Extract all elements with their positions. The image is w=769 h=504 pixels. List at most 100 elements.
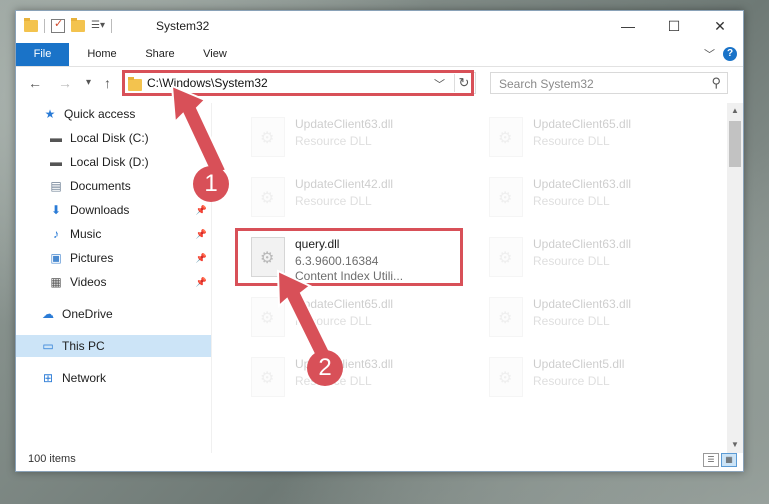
- dll-file-icon: [251, 177, 285, 217]
- sidebar-item-videos[interactable]: ▦ Videos 📌: [16, 271, 211, 293]
- sidebar-item-label: This PC: [62, 339, 105, 353]
- sidebar-item-downloads[interactable]: ⬇ Downloads 📌: [16, 199, 211, 221]
- forward-arrow-icon[interactable]: →: [58, 75, 72, 91]
- pin-icon[interactable]: 📌: [196, 205, 207, 216]
- minimize-button[interactable]: —: [605, 11, 651, 41]
- file-tile[interactable]: UpdateClient63.dll Resource DLL: [479, 231, 699, 287]
- sidebar-item-documents[interactable]: ▤ Documents: [16, 175, 211, 197]
- ribbon-controls: ﹀ ?: [704, 46, 737, 62]
- file-tile[interactable]: UpdateClient65.dll Resource DLL: [241, 291, 461, 347]
- file-explorer-window: ☰▾ System32 — ☐ ✕ File Home Share View ﹀…: [15, 10, 744, 472]
- file-tile[interactable]: UpdateClient5.dll Resource DLL: [479, 351, 699, 407]
- sidebar-item-quick-access[interactable]: ★ Quick access: [16, 103, 211, 125]
- address-path[interactable]: C:\Windows\System32: [147, 76, 268, 90]
- file-name: UpdateClient65.dll: [295, 297, 394, 311]
- address-bar[interactable]: C:\Windows\System32 ﹀ ↻: [122, 72, 476, 94]
- vertical-scrollbar[interactable]: ▲ ▼: [727, 103, 743, 453]
- star-icon: ★: [44, 107, 56, 121]
- file-type: Resource DLL: [533, 254, 610, 268]
- file-name: UpdateClient63.dll: [295, 117, 394, 131]
- file-tile[interactable]: UpdateClient65.dll Resource DLL: [479, 111, 699, 167]
- sidebar-item-label: Pictures: [70, 251, 114, 265]
- sidebar-item-local-disk-c[interactable]: ▬ Local Disk (C:): [16, 127, 211, 149]
- tab-share[interactable]: Share: [134, 43, 186, 66]
- file-type: Resource DLL: [295, 194, 372, 208]
- back-arrow-icon[interactable]: ←: [28, 75, 42, 91]
- tab-home[interactable]: Home: [76, 43, 128, 66]
- file-tile[interactable]: UpdateClient42.dll Resource DLL: [241, 171, 461, 227]
- refresh-icon[interactable]: ↻: [454, 74, 473, 92]
- sidebar-item-network[interactable]: ⊞ Network: [16, 367, 211, 389]
- search-input[interactable]: Search System32: [499, 77, 594, 91]
- sidebar-item-this-pc[interactable]: ▭ This PC: [16, 335, 211, 357]
- step-1-badge: 1: [193, 166, 229, 202]
- pin-icon[interactable]: 📌: [196, 277, 207, 288]
- drive-icon: ▬: [50, 131, 62, 145]
- search-box[interactable]: Search System32 ⚲: [490, 72, 728, 94]
- file-tile[interactable]: UpdateClient63.dll Resource DLL: [479, 171, 699, 227]
- file-type: Resource DLL: [533, 314, 610, 328]
- close-button[interactable]: ✕: [697, 11, 743, 41]
- file-highlight-box: [235, 228, 463, 286]
- customize-toolbar-icon[interactable]: ☰▾: [91, 20, 105, 32]
- pin-icon[interactable]: 📌: [196, 253, 207, 264]
- sidebar-item-label: Local Disk (D:): [70, 155, 149, 169]
- folder-icon[interactable]: [24, 18, 38, 32]
- dll-file-icon: [251, 117, 285, 157]
- scroll-up-icon[interactable]: ▲: [727, 103, 743, 119]
- sidebar-item-pictures[interactable]: ▣ Pictures 📌: [16, 247, 211, 269]
- file-name: UpdateClient63.dll: [533, 237, 632, 251]
- file-name: UpdateClient63.dll: [533, 177, 632, 191]
- sidebar-item-label: Local Disk (C:): [70, 131, 149, 145]
- music-icon: ♪: [53, 227, 59, 241]
- sidebar-item-onedrive[interactable]: ☁ OneDrive: [16, 303, 211, 325]
- dll-file-icon: [489, 117, 523, 157]
- tiles-view-icon[interactable]: ▦: [721, 453, 737, 467]
- new-folder-icon[interactable]: [71, 18, 85, 32]
- up-arrow-icon[interactable]: ↑: [104, 75, 111, 91]
- pictures-icon: ▣: [50, 251, 62, 265]
- file-tile[interactable]: UpdateClient63.dll Resource DLL: [479, 291, 699, 347]
- sidebar-item-label: Quick access: [64, 107, 136, 121]
- tab-file[interactable]: File: [16, 43, 69, 66]
- network-icon: ⊞: [42, 371, 54, 385]
- file-type: Resource DLL: [533, 374, 610, 388]
- drive-icon: ▬: [50, 155, 62, 169]
- maximize-button[interactable]: ☐: [651, 11, 697, 41]
- scrollbar-thumb[interactable]: [729, 121, 741, 167]
- details-view-icon[interactable]: ☰: [703, 453, 719, 467]
- sidebar-item-label: Network: [62, 371, 107, 385]
- search-icon[interactable]: ⚲: [711, 75, 721, 91]
- view-toggle: ☰ ▦: [703, 453, 737, 467]
- videos-icon: ▦: [50, 275, 62, 289]
- cloud-icon: ☁: [42, 307, 54, 321]
- sidebar-item-label: Documents: [70, 179, 131, 193]
- file-tile[interactable]: UpdateClient63.dll Resource DLL: [241, 351, 461, 407]
- window-controls: — ☐ ✕: [605, 11, 743, 41]
- sidebar-item-label: Music: [70, 227, 102, 241]
- expand-ribbon-icon[interactable]: ﹀: [704, 46, 715, 62]
- file-name: UpdateClient42.dll: [295, 177, 394, 191]
- sidebar-item-local-disk-d[interactable]: ▬ Local Disk (D:): [16, 151, 211, 173]
- recent-locations-icon[interactable]: ▾: [86, 77, 91, 88]
- dll-file-icon: [489, 177, 523, 217]
- ribbon-tabs: File Home Share View ﹀ ?: [16, 43, 743, 67]
- file-type: Resource DLL: [295, 314, 372, 328]
- pane-divider[interactable]: [211, 103, 212, 453]
- file-name: UpdateClient63.dll: [533, 297, 632, 311]
- navigation-pane: ★ Quick access ▬ Local Disk (C:) ▬ Local…: [16, 103, 211, 453]
- sidebar-item-music[interactable]: ♪ Music 📌: [16, 223, 211, 245]
- pin-icon[interactable]: 📌: [196, 229, 207, 240]
- file-type: Resource DLL: [533, 134, 610, 148]
- dll-file-icon: [489, 357, 523, 397]
- help-icon[interactable]: ?: [723, 47, 737, 61]
- tab-view[interactable]: View: [192, 43, 238, 66]
- file-tile[interactable]: UpdateClient63.dll Resource DLL: [241, 111, 461, 167]
- folder-icon: [128, 77, 142, 91]
- navigation-bar: ← → ▾ ↑ C:\Windows\System32 ﹀ ↻ Search S…: [16, 67, 743, 99]
- toolbar-separator: [44, 19, 45, 33]
- title-bar: ☰▾ System32 — ☐ ✕: [16, 11, 743, 43]
- properties-icon[interactable]: [51, 17, 65, 33]
- chevron-down-icon[interactable]: ﹀: [434, 76, 445, 92]
- dll-file-icon: [489, 237, 523, 277]
